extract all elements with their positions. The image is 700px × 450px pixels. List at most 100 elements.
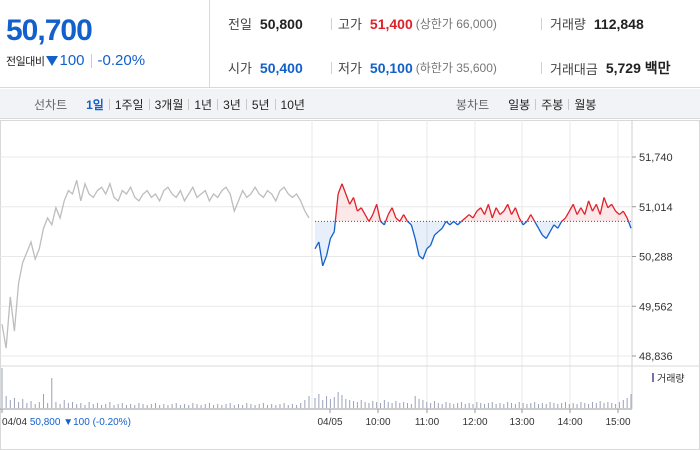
status-date: 04/04 [2, 417, 30, 428]
change-amount: 100 [59, 52, 85, 69]
change-percent: -0.20% [97, 52, 146, 69]
day-high: 고가 51,400 (상한가 66,000) [338, 14, 497, 33]
volume-bar [159, 405, 161, 408]
volume-bar [476, 402, 478, 408]
volume-bar [237, 404, 239, 408]
prev-close: 전일 50,800 [228, 14, 303, 33]
volume-bar [171, 404, 173, 408]
volume-bar [595, 403, 597, 408]
volume-bar [308, 396, 310, 408]
volume-bar [453, 404, 455, 408]
volume-bar [38, 402, 40, 408]
volume-bar [630, 394, 632, 408]
volume-bar [580, 402, 582, 408]
volume-bar [522, 403, 524, 408]
volume-bar [464, 404, 466, 408]
x-tick-label: 13:00 [509, 417, 534, 428]
period-3m[interactable]: 3개월 [150, 96, 189, 113]
x-tick-label: 12:00 [462, 417, 487, 428]
volume-bar [380, 403, 382, 408]
volume: 거래량 112,848 [550, 14, 644, 33]
volume-bar [217, 404, 219, 408]
candle-weekly[interactable]: 주봉 [536, 96, 568, 113]
volume-bar [626, 398, 628, 408]
volume-bar [410, 404, 412, 408]
volume-bar [487, 403, 489, 408]
volume-bar [225, 404, 227, 408]
candle-monthly[interactable]: 월봉 [569, 96, 601, 113]
trade-value-label: 거래대금 [550, 61, 598, 77]
volume-bar [208, 403, 210, 408]
volume-bar [406, 403, 408, 408]
volume-bar [142, 404, 144, 408]
volume-bar [121, 403, 123, 408]
volume-bar [591, 402, 593, 408]
volume-value: 112,848 [593, 15, 644, 32]
volume-bar [588, 404, 590, 408]
x-tick-label: 11:00 [415, 417, 440, 428]
volume-bar [283, 403, 285, 408]
volume-bar [105, 404, 107, 408]
price-area [426, 221, 431, 249]
change-label: 전일대비 [6, 54, 45, 68]
volume-bar [76, 404, 78, 408]
period-1w[interactable]: 1주일 [110, 96, 149, 113]
volume-bar [553, 403, 555, 408]
x-tick-label: 15:00 [605, 417, 630, 428]
legend-volume: 거래량 [657, 373, 685, 385]
volume-bar [196, 404, 198, 408]
volume-bar [30, 401, 32, 408]
volume-bar [59, 404, 61, 408]
volume-bar [503, 404, 505, 408]
prev-day-price-line [1, 180, 310, 349]
low-label: 저가 [338, 61, 362, 76]
volume-bar [383, 400, 385, 408]
volume-bar [391, 403, 393, 408]
volume-bar [333, 397, 335, 408]
volume-bar [200, 405, 202, 408]
volume-bar [460, 402, 462, 408]
volume-bar [568, 404, 570, 408]
volume-bar [188, 405, 190, 408]
low-value: 50,100 [369, 59, 413, 76]
volume-bar [125, 405, 127, 408]
upper-limit: (상한가 66,000) [415, 17, 497, 31]
divider [331, 18, 332, 30]
volume-bar [233, 405, 235, 408]
chart-lines [1, 180, 632, 349]
volume-bar [329, 399, 331, 408]
volume-bar [326, 396, 328, 408]
volume-bar [192, 403, 194, 408]
volume-bar [572, 403, 574, 408]
volume-bar [518, 402, 520, 408]
candle-daily[interactable]: 일봉 [503, 96, 535, 113]
volume-bar [184, 404, 186, 408]
period-5y[interactable]: 5년 [247, 96, 275, 113]
divider [541, 62, 542, 74]
volume-bar [372, 401, 374, 408]
volume-bar [622, 400, 624, 408]
period-1y[interactable]: 1년 [189, 96, 217, 113]
volume-bar [9, 400, 11, 408]
y-tick-label: 51,014 [639, 202, 673, 214]
volume-bar [204, 404, 206, 408]
y-tick-label: 49,562 [639, 301, 673, 313]
volume-bar [229, 403, 231, 408]
period-3y[interactable]: 3년 [218, 96, 246, 113]
volume-bar [564, 402, 566, 408]
period-10y[interactable]: 10년 [276, 96, 310, 113]
line-chart-label: 선차트 [34, 97, 68, 112]
volume-bar [499, 403, 501, 408]
volume-bar [88, 402, 90, 408]
volume-bar [163, 404, 165, 408]
volume-bar [549, 402, 551, 408]
volume-bar [414, 396, 416, 408]
volume-bar [296, 405, 298, 408]
volume-bar [561, 403, 563, 408]
chart-fill [315, 183, 631, 266]
period-1d[interactable]: 1일 [81, 96, 109, 113]
volume-bar [530, 403, 532, 408]
price-chart[interactable]: 51,740 51,014 50,288 49,562 48,836 04/05 10:0… [0, 120, 700, 450]
volume-bar [55, 402, 57, 408]
x-tick-label: 14:00 [557, 417, 582, 428]
